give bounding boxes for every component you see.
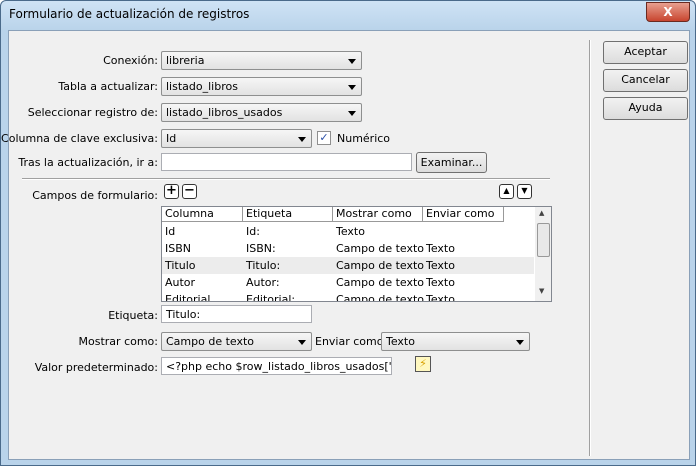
table-select[interactable]: listado_libros — [161, 77, 362, 96]
table-cell: Campo de texto — [336, 242, 425, 255]
column-header[interactable]: Enviar como — [423, 207, 504, 222]
table-cell: Id — [165, 225, 176, 238]
numeric-label: Numérico — [337, 132, 391, 145]
fields-table[interactable]: Columna Etiqueta Mostrar como Enviar com… — [161, 206, 552, 302]
window-title: Formulario de actualización de registros — [9, 7, 250, 21]
close-button[interactable]: X — [646, 2, 690, 22]
connection-label: Conexión: — [103, 54, 158, 67]
table-cell: Campo de texto — [336, 259, 425, 272]
show-as-select[interactable]: Campo de texto — [161, 332, 312, 351]
show-as-label: Mostrar como: — [78, 335, 158, 348]
table-cell: Titulo: — [246, 259, 281, 272]
table-row[interactable]: Autor Autor: Campo de texto Texto — [162, 274, 534, 291]
chevron-down-icon — [516, 340, 524, 345]
vertical-divider — [589, 40, 591, 456]
table-cell: Texto — [426, 276, 455, 289]
key-value: Id — [166, 132, 177, 145]
add-field-button[interactable]: + — [164, 184, 179, 199]
send-as-select[interactable]: Texto — [381, 332, 530, 351]
table-row[interactable]: Titulo Titulo: Campo de texto Texto — [162, 257, 534, 274]
chevron-down-icon — [348, 59, 356, 64]
send-as-value: Texto — [386, 335, 415, 348]
table-row[interactable]: ISBN ISBN: Campo de texto Texto — [162, 240, 534, 257]
table-cell: Campo de texto — [336, 276, 425, 289]
chevron-down-icon — [298, 137, 306, 142]
column-header[interactable]: Columna — [162, 207, 243, 222]
arrow-up-icon: ▲ — [503, 186, 510, 195]
chevron-down-icon — [348, 85, 356, 90]
send-as-label: Enviar como: — [315, 335, 388, 348]
table-value: listado_libros — [166, 80, 238, 93]
connection-select[interactable]: libreria — [161, 51, 362, 70]
column-header[interactable]: Mostrar como — [333, 207, 423, 222]
default-label: Valor predeterminado: — [34, 361, 158, 374]
table-cell: Texto — [336, 225, 365, 238]
key-select[interactable]: Id — [161, 129, 312, 148]
table-cell: Campo de texto — [336, 293, 425, 302]
table-row[interactable]: Id Id: Texto — [162, 223, 534, 240]
ok-button[interactable]: Aceptar — [603, 41, 688, 64]
etiqueta-label: Etiqueta: — [108, 309, 158, 322]
scroll-thumb[interactable] — [537, 223, 550, 257]
cancel-button[interactable]: Cancelar — [603, 69, 688, 92]
default-value-input[interactable]: <?php echo $row_listado_libros_usados['T… — [161, 357, 392, 375]
chevron-down-icon — [298, 340, 306, 345]
etiqueta-input[interactable]: Titulo: — [161, 305, 312, 323]
move-down-button[interactable]: ▼ — [517, 184, 532, 199]
table-cell: ISBN: — [246, 242, 276, 255]
table-cell: Id: — [246, 225, 260, 238]
table-cell: Autor: — [246, 276, 280, 289]
dynamic-data-lightning-icon[interactable]: ⚡ — [415, 356, 431, 372]
fields-label: Campos de formulario: — [32, 189, 158, 202]
help-button[interactable]: Ayuda — [603, 97, 688, 120]
table-scrollbar[interactable]: ▲ ▼ — [535, 207, 551, 301]
remove-field-button[interactable]: − — [182, 184, 197, 199]
table-row[interactable]: Editorial Editorial: Campo de texto Texto — [162, 291, 534, 302]
redirect-input[interactable] — [161, 153, 412, 171]
scroll-down-icon[interactable]: ▼ — [539, 287, 544, 295]
record-value: listado_libros_usados — [166, 106, 283, 119]
move-up-button[interactable]: ▲ — [499, 184, 514, 199]
key-label: Columna de clave exclusiva: — [1, 132, 158, 145]
table-cell: ISBN — [165, 242, 192, 255]
table-cell: Editorial — [165, 293, 211, 302]
dialog-body: Conexión: libreria Tabla a actualizar: l… — [1, 30, 690, 460]
arrow-down-icon: ▼ — [521, 186, 528, 195]
separator — [22, 178, 550, 180]
table-cell: Autor — [165, 276, 196, 289]
table-cell: Texto — [426, 293, 455, 302]
table-cell: Texto — [426, 242, 455, 255]
numeric-checkbox[interactable]: ✓ — [317, 131, 331, 145]
dialog-window: Formulario de actualización de registros… — [0, 0, 696, 466]
chevron-down-icon — [348, 111, 356, 116]
table-cell: Editorial: — [246, 293, 296, 302]
redirect-label: Tras la actualización, ir a: — [18, 156, 158, 169]
column-header[interactable]: Etiqueta — [243, 207, 333, 222]
table-cell: Texto — [426, 259, 455, 272]
browse-button[interactable]: Examinar... — [416, 152, 487, 173]
record-label: Seleccionar registro de: — [27, 106, 158, 119]
table-cell: Titulo — [165, 259, 196, 272]
record-select[interactable]: listado_libros_usados — [161, 103, 362, 122]
show-as-value: Campo de texto — [166, 335, 255, 348]
connection-value: libreria — [166, 54, 205, 67]
table-label: Tabla a actualizar: — [58, 80, 158, 93]
scroll-up-icon[interactable]: ▲ — [539, 209, 544, 217]
